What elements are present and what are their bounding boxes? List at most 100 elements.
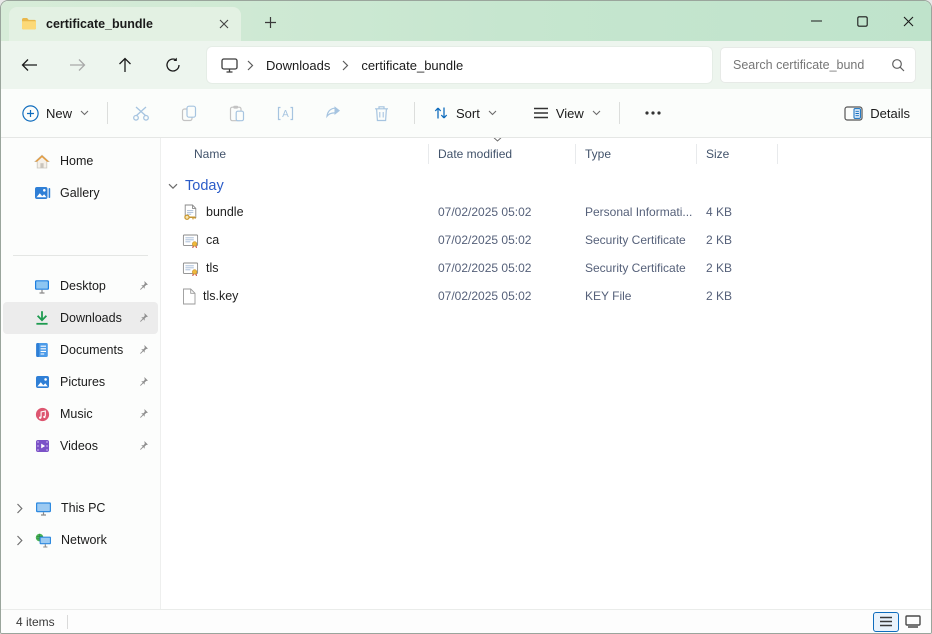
new-tab-button[interactable]: [257, 9, 283, 35]
sidebar-item-gallery[interactable]: Gallery: [3, 177, 158, 209]
up-button[interactable]: [109, 49, 141, 81]
titlebar: certificate_bundle: [1, 1, 931, 41]
sort-descending-icon: [493, 138, 502, 142]
sidebar-item-network[interactable]: Network: [3, 524, 158, 556]
sidebar-item-pictures[interactable]: Pictures: [3, 366, 158, 398]
sidebar-tree: This PC Network: [1, 492, 160, 556]
pin-icon: [137, 344, 149, 356]
sidebar-item-label: Music: [60, 407, 93, 421]
breadcrumb-certificate-bundle[interactable]: certificate_bundle: [352, 53, 472, 78]
sidebar-item-downloads[interactable]: Downloads: [3, 302, 158, 334]
sort-button[interactable]: Sort: [424, 99, 506, 127]
share-button[interactable]: [317, 97, 349, 129]
file-explorer-window: certificate_bundle: [0, 0, 932, 634]
pfx-certificate-icon: [182, 204, 199, 221]
file-size: 2 KB: [697, 289, 778, 303]
explorer-tab[interactable]: certificate_bundle: [9, 7, 241, 41]
window-controls: [793, 1, 931, 41]
chevron-down-icon[interactable]: [168, 183, 178, 190]
home-icon: [33, 154, 51, 169]
refresh-button[interactable]: [157, 49, 189, 81]
sidebar-item-music[interactable]: Music: [3, 398, 158, 430]
sidebar-divider: [13, 255, 148, 256]
file-date-modified: 07/02/2025 05:02: [429, 261, 576, 275]
sidebar-item-desktop[interactable]: Desktop: [3, 270, 158, 302]
file-date-modified: 07/02/2025 05:02: [429, 289, 576, 303]
pin-icon: [137, 408, 149, 420]
file-row-ca[interactable]: ca 07/02/2025 05:02 Security Certificate…: [161, 226, 931, 254]
back-button[interactable]: [13, 49, 45, 81]
chevron-right-icon[interactable]: [16, 503, 28, 514]
column-header-label: Date modified: [438, 147, 512, 161]
sort-icon: [433, 105, 449, 121]
column-header-name[interactable]: Name: [161, 144, 429, 164]
navigation-sidebar: Home Gallery Desktop: [1, 138, 161, 611]
column-header-label: Name: [194, 147, 226, 161]
view-icon: [533, 107, 549, 119]
copy-button[interactable]: [173, 97, 205, 129]
group-header-today[interactable]: Today: [161, 174, 931, 198]
documents-icon: [33, 342, 51, 358]
file-size: 4 KB: [697, 205, 778, 219]
column-header-type[interactable]: Type: [576, 144, 697, 164]
view-button-label: View: [556, 106, 584, 121]
sidebar-item-videos[interactable]: Videos: [3, 430, 158, 462]
forward-button[interactable]: [61, 49, 93, 81]
sidebar-item-label: Network: [61, 533, 107, 547]
tab-close-button[interactable]: [213, 13, 235, 35]
explorer-body: Home Gallery Desktop: [1, 138, 931, 611]
minimize-button[interactable]: [793, 1, 839, 41]
sidebar-item-label: This PC: [61, 501, 105, 515]
maximize-button[interactable]: [839, 1, 885, 41]
this-pc-icon[interactable]: [215, 58, 244, 73]
file-size: 2 KB: [697, 261, 778, 275]
file-row-bundle[interactable]: bundle 07/02/2025 05:02 Personal Informa…: [161, 198, 931, 226]
chevron-right-icon[interactable]: [16, 535, 28, 546]
sidebar-item-this-pc[interactable]: This PC: [3, 492, 158, 524]
search-box[interactable]: [720, 47, 916, 83]
breadcrumb-downloads[interactable]: Downloads: [257, 53, 339, 78]
file-size: 2 KB: [697, 233, 778, 247]
close-window-button[interactable]: [885, 1, 931, 41]
pin-icon: [137, 312, 149, 324]
new-button[interactable]: New: [13, 99, 98, 128]
address-bar[interactable]: Downloads certificate_bundle: [207, 47, 712, 83]
plus-circle-icon: [22, 105, 39, 122]
sidebar-item-home[interactable]: Home: [3, 145, 158, 177]
search-icon[interactable]: [891, 58, 905, 72]
file-list-area: Name Date modified Type Size: [161, 138, 931, 611]
sidebar-item-label: Videos: [60, 439, 98, 453]
file-date-modified: 07/02/2025 05:02: [429, 205, 576, 219]
view-button[interactable]: View: [524, 100, 610, 127]
group-header-label: Today: [185, 178, 224, 194]
details-pane-button[interactable]: Details: [835, 100, 919, 127]
details-view-toggle[interactable]: [873, 612, 899, 632]
navigation-bar: Downloads certificate_bundle: [1, 41, 931, 89]
item-count: 4 items: [16, 615, 55, 629]
file-date-modified: 07/02/2025 05:02: [429, 233, 576, 247]
column-header-label: Size: [706, 147, 729, 161]
file-type: Personal Informati...: [576, 205, 697, 219]
cut-button[interactable]: [125, 97, 157, 129]
thumbnail-view-toggle[interactable]: [905, 615, 921, 628]
chevron-right-icon: [339, 60, 352, 71]
sidebar-item-documents[interactable]: Documents: [3, 334, 158, 366]
tab-title: certificate_bundle: [46, 17, 213, 31]
network-icon: [34, 533, 52, 548]
gallery-icon: [33, 186, 51, 200]
paste-button[interactable]: [221, 97, 253, 129]
file-type: Security Certificate: [576, 261, 697, 275]
column-header-size[interactable]: Size: [697, 144, 778, 164]
column-header-date-modified[interactable]: Date modified: [429, 144, 576, 164]
file-row-tls[interactable]: tls 07/02/2025 05:02 Security Certificat…: [161, 254, 931, 282]
file-row-tls-key[interactable]: tls.key 07/02/2025 05:02 KEY File 2 KB: [161, 282, 931, 310]
details-button-label: Details: [870, 106, 910, 121]
rename-button[interactable]: A: [269, 97, 301, 129]
more-options-button[interactable]: [637, 97, 669, 129]
file-type: KEY File: [576, 289, 697, 303]
status-bar: 4 items: [1, 609, 931, 633]
delete-button[interactable]: [365, 97, 397, 129]
desktop-icon: [33, 279, 51, 294]
chevron-down-icon: [592, 110, 601, 116]
search-input[interactable]: [731, 57, 891, 73]
